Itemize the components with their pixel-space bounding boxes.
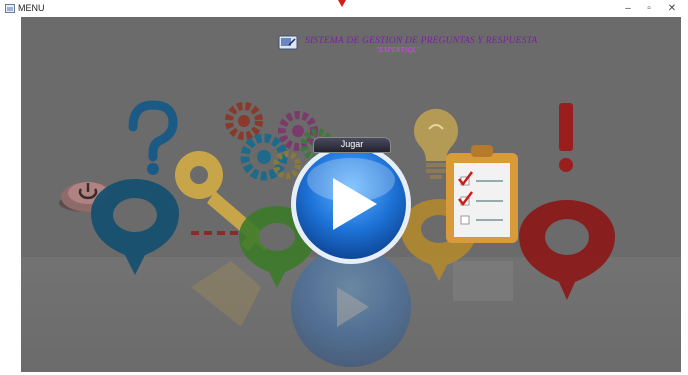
- app-title: SISTEMA DE GESTION DE PREGUNTAS Y RESPUE…: [305, 36, 538, 46]
- app-subtitle: "EXPERTSQL": [376, 46, 420, 54]
- menu-canvas: SISTEMA DE GESTION DE PREGUNTAS Y RESPUE…: [21, 17, 681, 372]
- exclamation-mark-icon: [559, 103, 573, 172]
- app-icon: [5, 4, 15, 13]
- maximize-button[interactable]: ▫: [641, 2, 657, 15]
- document-icon: [278, 34, 298, 50]
- close-button[interactable]: ✕: [664, 2, 680, 15]
- clipboard-checklist-icon: [446, 145, 518, 301]
- jugar-tab[interactable]: Jugar: [313, 137, 391, 153]
- minimize-button[interactable]: –: [620, 2, 636, 15]
- window-title: MENU: [18, 3, 45, 13]
- jugar-label: Jugar: [340, 139, 364, 149]
- play-button[interactable]: [289, 142, 413, 266]
- red-marker-icon: [338, 0, 346, 7]
